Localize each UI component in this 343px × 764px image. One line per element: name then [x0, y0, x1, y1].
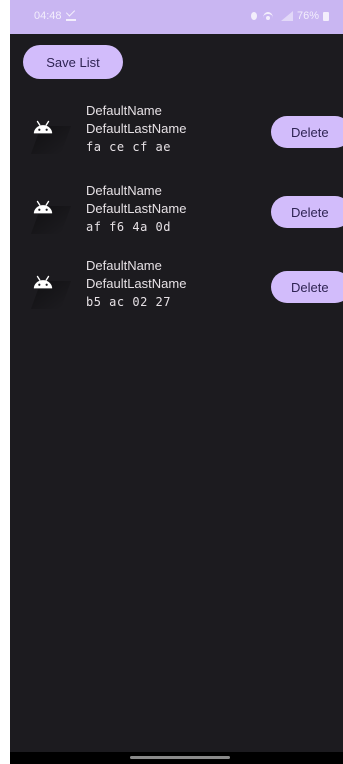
item-last-name: DefaultLastName [86, 121, 187, 136]
android-icon [33, 200, 53, 214]
bluetooth-icon [249, 11, 259, 21]
item-hex-id: af f6 4a 0d [86, 220, 171, 234]
delete-button[interactable]: Delete [271, 196, 343, 228]
save-list-button[interactable]: Save List [23, 45, 123, 79]
list-item: DefaultName DefaultLastName b5 ac 02 27 … [10, 251, 343, 317]
status-bar: 04:48 76% [10, 0, 343, 34]
item-last-name: DefaultLastName [86, 276, 187, 291]
status-time: 04:48 [34, 10, 62, 22]
app-screen: 04:48 76% Save List DefaultName DefaultL… [10, 0, 343, 764]
delete-button[interactable]: Delete [271, 271, 343, 303]
battery-icon [323, 11, 329, 21]
item-hex-id: b5 ac 02 27 [86, 295, 171, 309]
home-indicator[interactable] [130, 756, 230, 759]
item-details: DefaultName DefaultLastName fa ce cf ae [86, 102, 186, 156]
item-last-name: DefaultLastName [86, 201, 187, 216]
android-icon [33, 275, 53, 289]
item-first-name: DefaultName [86, 258, 162, 273]
wifi-icon [262, 11, 273, 21]
item-first-name: DefaultName [86, 183, 162, 198]
navigation-bar [10, 752, 343, 764]
signal-icon [277, 11, 293, 21]
status-left: 04:48 [34, 10, 76, 22]
status-right: 76% [249, 10, 329, 22]
delete-button[interactable]: Delete [271, 116, 343, 148]
download-done-icon [65, 11, 76, 21]
android-icon [33, 120, 53, 134]
item-details: DefaultName DefaultLastName af f6 4a 0d [86, 182, 186, 236]
list-item: DefaultName DefaultLastName fa ce cf ae … [10, 96, 343, 162]
list-item: DefaultName DefaultLastName af f6 4a 0d … [10, 176, 343, 242]
item-hex-id: fa ce cf ae [86, 140, 171, 154]
item-first-name: DefaultName [86, 103, 162, 118]
item-details: DefaultName DefaultLastName b5 ac 02 27 [86, 257, 186, 311]
battery-percent: 76% [296, 10, 319, 22]
